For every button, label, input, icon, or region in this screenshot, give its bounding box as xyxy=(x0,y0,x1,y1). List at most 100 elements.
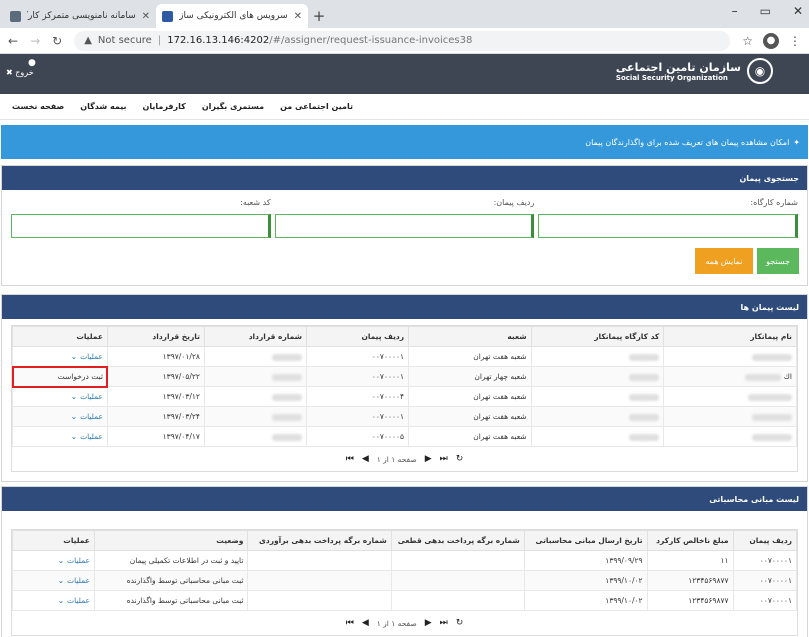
info-text: امکان مشاهده پیمان های تعریف شده برای وا… xyxy=(585,137,790,147)
invoices-panel-title: لیست مبانی محاسباتی xyxy=(2,487,807,511)
operations-label: عملیات xyxy=(67,576,90,585)
pager-next-icon[interactable]: ▶ xyxy=(425,454,432,464)
workshop-number-input[interactable] xyxy=(538,214,798,238)
pager-next-icon[interactable]: ▶ xyxy=(425,618,432,628)
number-cell xyxy=(203,386,308,407)
operations-dropdown[interactable]: عملیات⌄ xyxy=(12,550,95,571)
menu-item-my-account[interactable]: تامین اجتماعی من xyxy=(280,102,353,111)
show-all-button[interactable]: نمایش همه xyxy=(695,248,753,274)
amount-cell: ۱۱ xyxy=(646,550,734,571)
operations-label: عملیات xyxy=(80,432,103,441)
window-close-icon[interactable]: ✕ xyxy=(793,4,803,18)
row-cell: ۰۰۷۰۰۰۰۱ xyxy=(306,346,410,367)
operations-dropdown[interactable]: عملیات⌄ xyxy=(12,590,95,611)
final-payment-cell xyxy=(390,590,525,611)
branch-code-input[interactable] xyxy=(10,214,271,238)
operations-label: عملیات xyxy=(80,352,103,361)
col-header[interactable]: وضعیت xyxy=(93,530,249,551)
submit-request-link[interactable]: ثبت درخواست xyxy=(11,365,109,388)
contractor-text: اك xyxy=(783,372,792,381)
contracts-pager: ⏮ ◀ صفحه ۱ از ۱ ▶ ⏭ ↻ xyxy=(12,447,797,471)
col-header[interactable]: ردیف پیمان xyxy=(306,326,410,347)
profile-avatar-icon[interactable]: ● xyxy=(763,32,779,49)
back-arrow-icon[interactable]: ← xyxy=(8,34,18,48)
operations-dropdown[interactable]: عملیات⌄ xyxy=(12,406,108,427)
menu-item-employers[interactable]: کارفرمایان xyxy=(143,102,186,111)
number-cell xyxy=(203,346,308,367)
row-cell: ۰۰۷۰۰۰۰۵ xyxy=(306,426,410,447)
security-label: Not secure xyxy=(97,35,152,46)
code-cell xyxy=(530,426,665,447)
operations-dropdown[interactable]: عملیات⌄ xyxy=(12,570,95,591)
pager-prev-icon[interactable]: ◀ xyxy=(362,454,369,464)
redacted-mark xyxy=(629,353,660,361)
operations-label: عملیات xyxy=(67,596,90,605)
estimate-payment-cell xyxy=(247,590,392,611)
menu-item-insured[interactable]: بیمه شدگان xyxy=(80,102,126,111)
redacted-mark xyxy=(272,393,303,401)
row-cell: ۰۰۷۰۰۰۰۱ xyxy=(732,590,798,611)
operations-dropdown[interactable]: عملیات⌄ xyxy=(12,346,108,367)
user-box: ● ✖ خروج xyxy=(6,58,36,77)
redacted-mark xyxy=(272,353,303,361)
col-header[interactable]: مبلغ ناخالص کارکرد xyxy=(646,530,734,551)
col-header[interactable]: نام پیمانکار xyxy=(663,326,797,347)
branch-cell: شعبه هفت تهران xyxy=(408,406,532,427)
reload-icon[interactable]: ↻ xyxy=(52,34,62,48)
pager-refresh-icon[interactable]: ↻ xyxy=(456,454,464,464)
browser-tab-1[interactable]: سامانه نامنویسی متمرکز کارگاه و ... ✕ xyxy=(4,4,156,28)
search-button[interactable]: جستجو xyxy=(757,248,799,274)
close-icon[interactable]: ✕ xyxy=(142,11,150,22)
close-icon[interactable]: ✕ xyxy=(294,11,302,22)
pager-prev-icon[interactable]: ◀ xyxy=(362,618,369,628)
date-cell: ۱۳۹۷/۰۳/۱۲ xyxy=(106,386,205,407)
forward-arrow-icon[interactable]: → xyxy=(30,34,40,48)
branch-code-label: کد شعبه: xyxy=(240,198,271,207)
contracts-panel: لیست پیمان ها نام پیمانکار کد کارگاه پیم… xyxy=(1,294,808,482)
browser-menu-icon[interactable]: ⋮ xyxy=(789,34,801,48)
col-header[interactable]: تاریخ قرارداد xyxy=(106,326,205,347)
operations-dropdown[interactable]: عملیات⌄ xyxy=(12,386,108,407)
operations-dropdown[interactable]: عملیات⌄ xyxy=(12,426,108,447)
row-cell: ۰۰۷۰۰۰۰۱ xyxy=(732,550,798,571)
search-panel-title: جستجوی پیمان xyxy=(2,166,807,190)
browser-tab-2[interactable]: سرویس های الکترونیکی سازمان تا... ✕ xyxy=(156,4,308,28)
col-header[interactable]: شماره قرارداد xyxy=(203,326,308,347)
org-emblem-icon: ◉ xyxy=(747,58,773,84)
number-cell xyxy=(203,366,308,387)
redacted-mark xyxy=(629,433,660,441)
col-header[interactable]: تاریخ ارسال مبانی محاسباتی xyxy=(523,530,648,551)
redacted-mark xyxy=(272,433,303,441)
pager-refresh-icon[interactable]: ↻ xyxy=(456,618,464,628)
branch-cell: شعبه چهار تهران xyxy=(408,366,532,387)
table-header-row: نام پیمانکار کد کارگاه پیمانکار شعبه ردی… xyxy=(12,326,797,347)
browser-tab-bar: سامانه نامنویسی متمرکز کارگاه و ... ✕ سر… xyxy=(0,0,809,28)
org-logo[interactable]: سازمان تامین اجتماعی Social Security Org… xyxy=(616,58,773,84)
contractor-cell xyxy=(663,426,797,447)
pager-last-icon[interactable]: ⏭ xyxy=(440,454,448,464)
contractor-cell xyxy=(663,346,797,367)
bookmark-star-icon[interactable]: ☆ xyxy=(742,34,753,48)
url-field[interactable]: ▲ Not secure | 172.16.13.146:4202/#/assi… xyxy=(74,30,731,51)
row-cell: ۰۰۷۰۰۰۰۱ xyxy=(306,406,410,427)
final-payment-cell xyxy=(390,550,525,571)
col-header[interactable]: شماره برگه پرداخت بدهی قطعی xyxy=(390,530,525,551)
menu-item-pensioners[interactable]: مستمری بگیران xyxy=(202,102,264,111)
new-tab-button[interactable]: + xyxy=(308,4,330,28)
col-header[interactable]: ردیف پیمان xyxy=(732,530,798,551)
minimize-icon[interactable]: – xyxy=(732,4,738,18)
pager-first-icon[interactable]: ⏮ xyxy=(346,454,354,464)
menu-item-home[interactable]: صفحه نخست xyxy=(12,102,64,111)
address-bar: ← → ↻ ▲ Not secure | 172.16.13.146:4202/… xyxy=(0,28,809,54)
redacted-mark xyxy=(745,373,782,381)
table-row: ۰۰۷۰۰۰۰۱ ۱۲۳۴۵۶۹۸۷۷ ۱۳۹۹/۱۰/۰۲ ثبت مبانی… xyxy=(12,590,798,611)
code-cell xyxy=(530,406,665,427)
pager-first-icon[interactable]: ⏮ xyxy=(346,618,354,628)
col-header[interactable]: شعبه xyxy=(408,326,532,347)
col-header[interactable]: شماره برگه پرداخت بدهی برآوردی xyxy=(247,530,392,551)
pager-last-icon[interactable]: ⏭ xyxy=(440,618,448,628)
contract-row-input[interactable] xyxy=(274,214,535,238)
col-header[interactable]: کد کارگاه پیمانکار xyxy=(530,326,665,347)
logout-link[interactable]: ✖ خروج xyxy=(6,68,34,77)
maximize-icon[interactable]: ▭ xyxy=(760,4,771,18)
